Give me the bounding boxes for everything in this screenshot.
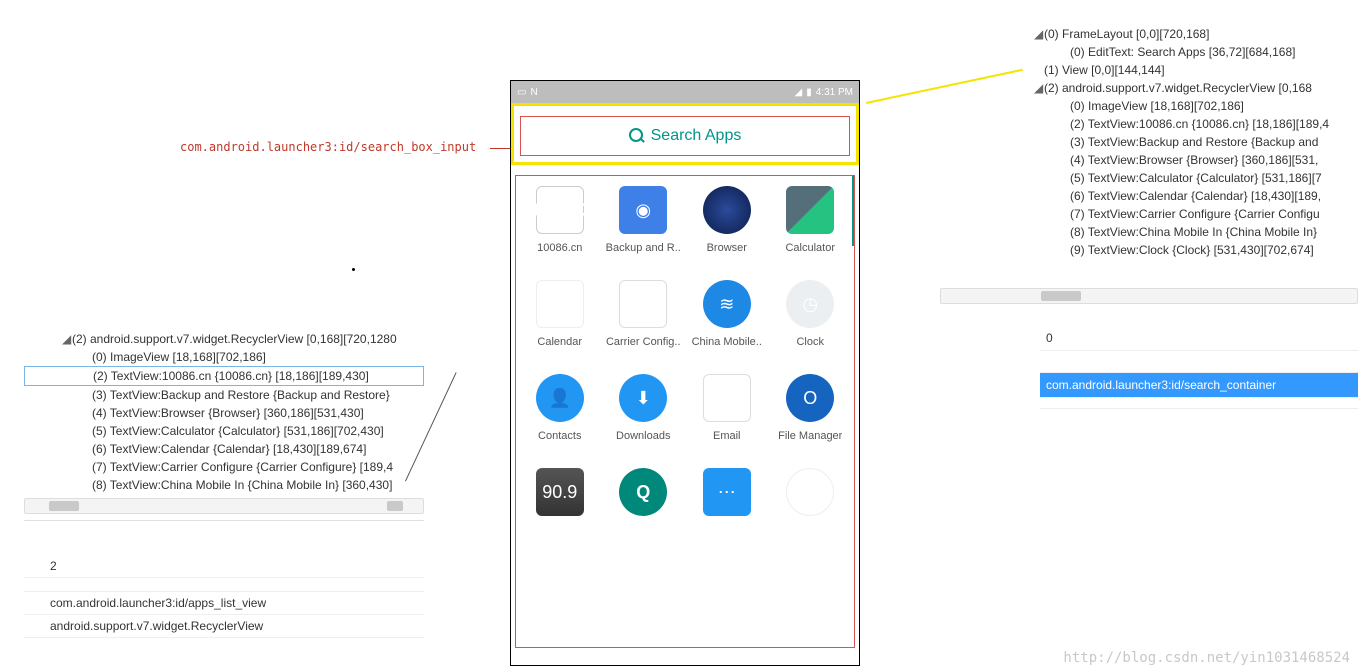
status-time: 4:31 PM bbox=[816, 87, 853, 98]
table-header: 2 bbox=[24, 555, 424, 578]
signal-icon: ◢ bbox=[795, 87, 803, 98]
app-icon: ≋ bbox=[703, 280, 751, 328]
resource-id-label: com.android.launcher3:id/search_box_inpu… bbox=[180, 140, 476, 154]
yellow-connector-line bbox=[866, 69, 1027, 124]
tree-row[interactable]: (0) ImageView [18,168][702,186] bbox=[1018, 97, 1358, 115]
tree-row[interactable]: (0) ImageView [18,168][702,186] bbox=[24, 348, 424, 366]
dot-marker bbox=[352, 268, 355, 271]
app-icon: ⋯ bbox=[703, 468, 751, 516]
app-label: Email bbox=[713, 430, 741, 442]
app-icon: ◷ bbox=[786, 280, 834, 328]
tree-row[interactable]: (8) TextView:China Mobile In {China Mobi… bbox=[1018, 223, 1358, 241]
right-hierarchy-tree[interactable]: ◢(0) FrameLayout [0,0][720,168](0) EditT… bbox=[1018, 25, 1358, 259]
scroll-indicator bbox=[852, 176, 855, 246]
search-container-highlight: Search Apps bbox=[511, 103, 859, 165]
app-icon: 10086.CN bbox=[536, 186, 584, 234]
app-label: Contacts bbox=[538, 430, 581, 442]
app-label: Calculator bbox=[785, 242, 835, 254]
tree-row[interactable]: (3) TextView:Backup and Restore {Backup … bbox=[1018, 133, 1358, 151]
app-icon: ⬇ bbox=[619, 374, 667, 422]
search-placeholder: Search Apps bbox=[651, 127, 742, 145]
app-item[interactable]: ≋ China Mobile.. bbox=[687, 280, 767, 348]
table-row[interactable]: com.android.launcher3:id/apps_list_view bbox=[24, 592, 424, 615]
app-label: China Mobile.. bbox=[692, 336, 762, 348]
app-item[interactable]: 10086.CN 10086.cn bbox=[520, 186, 600, 254]
right-details-table[interactable]: 0 com.android.launcher3:id/search_contai… bbox=[1040, 326, 1358, 409]
scrollbar-thumb[interactable] bbox=[49, 501, 79, 511]
app-item[interactable]: ◉ Backup and R.. bbox=[604, 186, 684, 254]
h-scrollbar[interactable] bbox=[940, 288, 1358, 304]
app-icon bbox=[786, 186, 834, 234]
search-box[interactable]: Search Apps bbox=[520, 116, 850, 156]
tree-row[interactable]: (6) TextView:Calendar {Calendar} [18,430… bbox=[1018, 187, 1358, 205]
app-item[interactable]: O File Manager bbox=[771, 374, 851, 442]
tree-row[interactable]: (4) TextView:Browser {Browser} [360,186]… bbox=[1018, 151, 1358, 169]
app-icon: 👤 bbox=[536, 374, 584, 422]
apps-list-highlight: 10086.CN 10086.cn ◉ Backup and R.. Browser Ca… bbox=[515, 175, 855, 648]
h-scrollbar[interactable] bbox=[24, 498, 424, 514]
app-icon: 13 bbox=[536, 280, 584, 328]
battery-icon: ▮ bbox=[806, 87, 812, 98]
tree-row[interactable]: (5) TextView:Calculator {Calculator} [53… bbox=[24, 422, 424, 440]
app-item[interactable]: ⋯ bbox=[687, 468, 767, 524]
tree-row[interactable]: (7) TextView:Carrier Configure {Carrier … bbox=[24, 458, 424, 476]
left-details-table[interactable]: 2 com.android.launcher3:id/apps_list_vie… bbox=[24, 555, 424, 638]
table-header: 0 bbox=[1040, 326, 1358, 351]
left-hierarchy-tree[interactable]: ◢(2) android.support.v7.widget.RecyclerV… bbox=[24, 330, 424, 521]
app-item[interactable]: ◷ Clock bbox=[771, 280, 851, 348]
app-label: Backup and R.. bbox=[606, 242, 681, 254]
tree-row[interactable]: ◢(2) android.support.v7.widget.RecyclerV… bbox=[24, 330, 424, 348]
app-item[interactable]: Q RD Carrier Config.. bbox=[604, 280, 684, 348]
app-item[interactable]: Calculator bbox=[771, 186, 851, 254]
app-item[interactable]: 👤 Contacts bbox=[520, 374, 600, 442]
app-label: Calendar bbox=[537, 336, 582, 348]
table-row bbox=[1040, 351, 1358, 373]
tree-row[interactable]: (2) TextView:10086.cn {10086.cn} [18,186… bbox=[1018, 115, 1358, 133]
tree-row[interactable]: (4) TextView:Browser {Browser} [360,186]… bbox=[24, 404, 424, 422]
app-icon: @ bbox=[703, 374, 751, 422]
tree-row[interactable]: ◢(2) android.support.v7.widget.RecyclerV… bbox=[1018, 79, 1358, 97]
table-row[interactable]: android.support.v7.widget.RecyclerView bbox=[24, 615, 424, 638]
tree-row[interactable]: (1) View [0,0][144,144] bbox=[1018, 61, 1358, 79]
app-label: Browser bbox=[707, 242, 747, 254]
app-icon: Q bbox=[619, 468, 667, 516]
tree-row[interactable]: (6) TextView:Calendar {Calendar} [18,430… bbox=[24, 440, 424, 458]
device-screenshot: ▭ N ◢ ▮ 4:31 PM Search Apps 10086.CN1008… bbox=[510, 80, 860, 666]
tree-row[interactable]: (2) TextView:10086.cn {10086.cn} [18,186… bbox=[24, 366, 424, 386]
app-icon: Q RD bbox=[619, 280, 667, 328]
app-icon bbox=[703, 186, 751, 234]
tree-row[interactable]: (0) EditText: Search Apps [36,72][684,16… bbox=[1018, 43, 1358, 61]
search-icon bbox=[629, 128, 645, 144]
tree-row[interactable]: (7) TextView:Carrier Configure {Carrier … bbox=[1018, 205, 1358, 223]
app-icon: O bbox=[786, 374, 834, 422]
stat-icon: ▭ bbox=[517, 87, 526, 98]
watermark-url: http://blog.csdn.net/yin1031468524 bbox=[1040, 650, 1350, 666]
app-item[interactable]: 90.9 bbox=[520, 468, 600, 524]
app-item[interactable]: Browser bbox=[687, 186, 767, 254]
tree-row[interactable]: (5) TextView:Calculator {Calculator} [53… bbox=[1018, 169, 1358, 187]
app-label: Clock bbox=[796, 336, 824, 348]
app-label: File Manager bbox=[778, 430, 842, 442]
table-row[interactable] bbox=[1040, 398, 1358, 409]
table-row[interactable]: com.android.launcher3:id/search_containe… bbox=[1040, 373, 1358, 398]
app-label: Carrier Config.. bbox=[606, 336, 681, 348]
tree-row[interactable]: (3) TextView:Backup and Restore {Backup … bbox=[24, 386, 424, 404]
app-item[interactable]: Q bbox=[604, 468, 684, 524]
scrollbar-thumb[interactable] bbox=[387, 501, 403, 511]
app-item[interactable]: @ Email bbox=[687, 374, 767, 442]
app-icon: ◉ bbox=[619, 186, 667, 234]
app-label: 10086.cn bbox=[537, 242, 582, 254]
app-icon: ∩ bbox=[786, 468, 834, 516]
stat-n-icon: N bbox=[530, 87, 537, 98]
scrollbar-thumb[interactable] bbox=[1041, 291, 1081, 301]
app-icon: 90.9 bbox=[536, 468, 584, 516]
tree-row[interactable]: ◢(0) FrameLayout [0,0][720,168] bbox=[1018, 25, 1358, 43]
tree-row[interactable]: (9) TextView:Clock {Clock} [531,430][702… bbox=[1018, 241, 1358, 259]
app-item[interactable]: ∩ bbox=[771, 468, 851, 524]
app-item[interactable]: 13 Calendar bbox=[520, 280, 600, 348]
app-label: Downloads bbox=[616, 430, 670, 442]
status-bar: ▭ N ◢ ▮ 4:31 PM bbox=[511, 81, 859, 103]
tree-row[interactable]: (8) TextView:China Mobile In {China Mobi… bbox=[24, 476, 424, 494]
app-item[interactable]: ⬇ Downloads bbox=[604, 374, 684, 442]
